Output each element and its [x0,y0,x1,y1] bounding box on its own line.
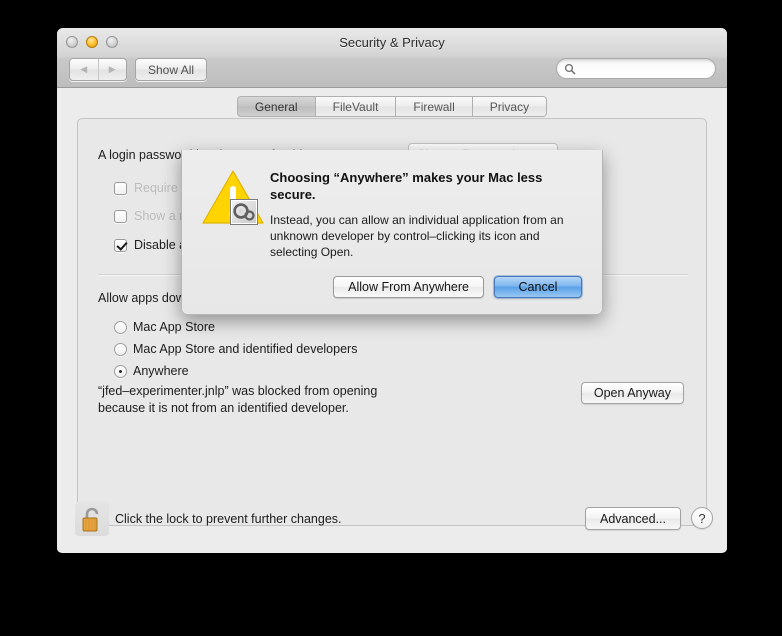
allow-from-anywhere-label: Allow From Anywhere [348,280,469,294]
search-input[interactable] [556,58,716,79]
search-icon [564,63,576,75]
system-preferences-gears-icon [230,199,258,225]
radio-mac-app-store-identified[interactable]: Mac App Store and identified developers [114,342,357,356]
navigation-segmented-control[interactable]: ◀ ▶ [69,58,127,81]
tab-filevault-label: FileVault [332,99,379,114]
open-anyway-label: Open Anyway [593,386,671,400]
open-anyway-button[interactable]: Open Anyway [580,382,684,404]
show-lock-message-checkbox[interactable] [114,209,127,223]
back-arrow-icon[interactable]: ◀ [70,59,98,80]
show-all-label: Show All [148,62,195,77]
help-icon: ? [698,510,706,526]
sheet-text: Choosing “Anywhere” makes your Mac less … [270,168,582,260]
tab-filevault[interactable]: FileVault [315,96,397,117]
radio-mac-app-store-label: Mac App Store [133,320,215,334]
sheet-title: Choosing “Anywhere” makes your Mac less … [270,170,543,202]
tab-privacy[interactable]: Privacy [472,96,548,117]
radio-mac-app-store-identified-control[interactable] [114,342,127,356]
radio-mac-app-store[interactable]: Mac App Store [114,320,215,334]
blocked-app-message-line2: because it is not from an identified dev… [98,401,349,415]
tab-general[interactable]: General [236,96,316,117]
lock-caption: Click the lock to prevent further change… [115,512,342,526]
page-title: Security & Privacy [339,35,445,50]
security-privacy-window: Security & Privacy ◀ ▶ Show All General … [57,28,727,553]
forward-arrow-icon[interactable]: ▶ [97,59,127,80]
advanced-label: Advanced... [599,511,666,526]
blocked-app-message: “jfed–experimenter.jnlp” was blocked fro… [98,383,377,417]
cancel-label: Cancel [518,280,558,294]
allow-from-anywhere-button[interactable]: Allow From Anywhere [333,276,484,298]
warning-triangle-icon [202,168,266,230]
sheet-body: Choosing “Anywhere” makes your Mac less … [202,168,582,260]
tab-general-label: General [254,99,298,114]
radio-anywhere[interactable]: Anywhere [114,364,189,378]
preferences-content: General FileVault Firewall Privacy A log… [57,88,727,552]
advanced-button[interactable]: Advanced... [584,507,681,530]
anywhere-warning-sheet: Choosing “Anywhere” makes your Mac less … [181,150,603,315]
tab-bar: General FileVault Firewall Privacy [57,96,727,117]
tab-privacy-label: Privacy [489,99,530,114]
tab-firewall[interactable]: Firewall [396,96,473,117]
tab-firewall-label: Firewall [413,99,455,114]
disable-auto-login-checkbox[interactable] [114,238,127,252]
window-titlebar: Security & Privacy ◀ ▶ Show All [57,28,727,88]
radio-mac-app-store-identified-label: Mac App Store and identified developers [133,342,358,356]
radio-anywhere-control[interactable] [114,364,127,378]
sheet-message: Instead, you can allow an individual app… [270,213,564,259]
bottom-bar: Click the lock to prevent further change… [57,494,727,552]
blocked-app-message-line1: “jfed–experimenter.jnlp” was blocked fro… [98,384,378,398]
help-button[interactable]: ? [691,507,713,529]
radio-mac-app-store-control[interactable] [114,320,127,334]
require-password-checkbox[interactable] [114,181,127,195]
sheet-button-row: Allow From Anywhere Cancel [202,276,582,298]
show-all-button[interactable]: Show All [135,58,208,81]
cancel-button[interactable]: Cancel [494,276,582,298]
radio-anywhere-label: Anywhere [133,364,189,378]
toolbar: ◀ ▶ Show All [57,57,727,85]
unlocked-padlock-icon[interactable] [75,502,109,536]
